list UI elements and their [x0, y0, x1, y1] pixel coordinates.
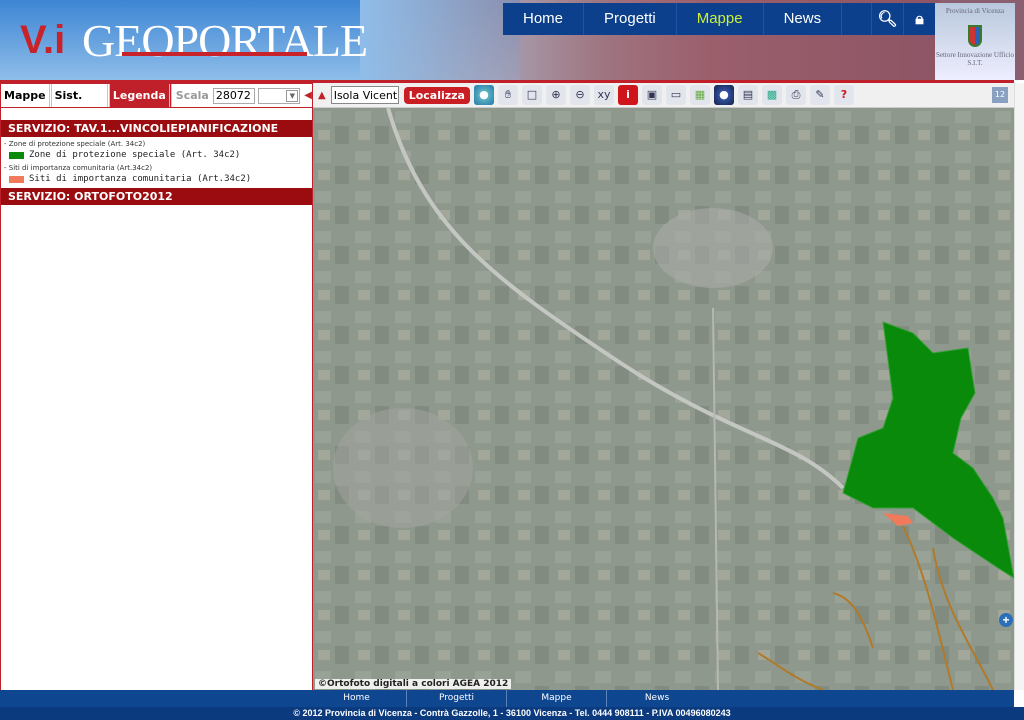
query-icon[interactable]: ✎	[809, 85, 830, 105]
collapse-header-icon[interactable]: ▲	[318, 90, 326, 101]
service-header[interactable]: SERVIZIO: TAV.1...VINCOLIEPIANIFICAZIONE	[1, 120, 312, 137]
map-export-icon[interactable]: ▦	[689, 85, 710, 105]
province-name: Provincia di Vicenza	[945, 7, 1005, 15]
globe-icon[interactable]: ●	[473, 85, 494, 105]
nav-progetti[interactable]: Progetti	[584, 3, 677, 35]
split-view-icon[interactable]: 12	[992, 87, 1008, 103]
legend-item: Zone di protezione speciale (Art. 34c2)	[9, 150, 312, 160]
collapse-panel-icon[interactable]: ◀	[304, 90, 312, 101]
logo-mark[interactable]: V.i	[20, 18, 65, 63]
nav-news[interactable]: News	[764, 3, 843, 35]
search-icon[interactable]: 🔍︎	[871, 3, 903, 35]
map-layers	[313, 108, 1014, 690]
localizza-button[interactable]: Localizza	[403, 86, 470, 104]
legend-item: Siti di importanza comunitaria (Art.34c2…	[9, 174, 312, 184]
help-icon[interactable]: ?	[833, 85, 854, 105]
tab-mappe[interactable]: Mappe	[1, 84, 52, 107]
pan-hand-icon[interactable]: ✋︎	[497, 85, 518, 105]
province-logo[interactable]: Provincia di Vicenza Settore Innovazione…	[935, 3, 1015, 80]
scale-label: Scala	[175, 89, 209, 102]
map-toolbar: ▲ Localizza ● ✋︎ □ ⊕ ⊖ xy i ▣ ▭ ▦ ● ▤ ▩ …	[313, 83, 1014, 108]
map-attribution: ©Ortofoto digitali a colori AGEA 2012	[315, 679, 512, 689]
zoom-box-icon[interactable]: □	[521, 85, 542, 105]
legend-item-label: Zone di protezione speciale (Art. 34c2)	[29, 150, 241, 160]
info-icon[interactable]: i	[617, 85, 638, 105]
main-nav: Home Progetti Mappe News 🔍︎ 🔒︎	[503, 3, 935, 35]
town-area	[333, 408, 473, 528]
footer-home[interactable]: Home	[307, 690, 407, 707]
site-title[interactable]: GEOPORTALE	[82, 14, 368, 67]
legend-group-label: - Zone di protezione speciale (Art. 34c2…	[4, 140, 146, 148]
zoom-in-icon[interactable]: ⊕	[545, 85, 566, 105]
map-canvas[interactable]: ©Ortofoto digitali a colori AGEA 2012 +	[313, 108, 1014, 690]
google-earth-icon[interactable]: ●	[713, 85, 734, 105]
add-layer-icon[interactable]: ▤	[737, 85, 758, 105]
scrollbar[interactable]	[1014, 83, 1024, 690]
legend-group-label: - Siti di importanza comunitaria (Art.34…	[4, 164, 153, 172]
print-icon[interactable]: ⎙	[785, 85, 806, 105]
service-header[interactable]: SERVIZIO: ORTOFOTO2012	[1, 188, 312, 205]
legend-item-label: Siti di importanza comunitaria (Art.34c2…	[29, 174, 252, 184]
coat-of-arms-icon	[968, 25, 982, 47]
coordinates-xy-icon[interactable]: xy	[593, 85, 614, 105]
tab-legenda[interactable]: Legenda	[109, 84, 172, 107]
swatch-green	[9, 151, 24, 159]
legend-panel: SERVIZIO: TAV.1...VINCOLIEPIANIFICAZIONE…	[0, 108, 313, 690]
swatch-salmon	[9, 175, 24, 183]
nav-home[interactable]: Home	[503, 3, 585, 35]
chevron-down-icon: ▼	[286, 89, 299, 102]
lock-icon[interactable]: 🔒︎	[903, 3, 935, 35]
office-name: Settore Innovazione Ufficio S.I.T.	[935, 51, 1014, 67]
scale-select[interactable]: ▼	[257, 87, 301, 104]
zoom-out-icon[interactable]: ⊖	[569, 85, 590, 105]
save-icon[interactable]: ▣	[641, 85, 662, 105]
window-icon[interactable]: ▭	[665, 85, 686, 105]
footer-copyright: © 2012 Provincia di Vicenza - Contrà Gaz…	[0, 707, 1024, 720]
tab-sist-coord[interactable]: Sist. coord.	[52, 84, 110, 125]
layers-sync-icon[interactable]: ▩	[761, 85, 782, 105]
place-search-input[interactable]	[330, 86, 399, 104]
town-area	[653, 208, 773, 288]
scale-input[interactable]	[212, 87, 255, 104]
footer-progetti[interactable]: Progetti	[407, 690, 507, 707]
nav-mappe[interactable]: Mappe	[677, 3, 764, 35]
header-banner: V.i GEOPORTALE Home Progetti Mappe News …	[0, 0, 1024, 80]
footer-mappe[interactable]: Mappe	[507, 690, 607, 707]
footer-nav: Home Progetti Mappe News	[0, 690, 1014, 707]
logo-underline	[122, 52, 307, 56]
expand-icon[interactable]: +	[999, 613, 1013, 627]
panel-tabs: Mappe Sist. coord. Legenda Scala ▼ ◀	[0, 83, 313, 125]
footer-news[interactable]: News	[607, 690, 707, 707]
